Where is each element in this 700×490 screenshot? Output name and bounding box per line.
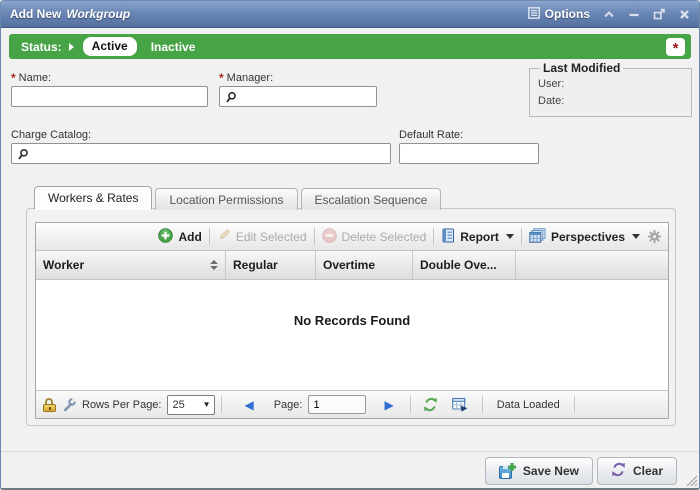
column-header-worker[interactable]: Worker — [36, 251, 226, 279]
grid-pager: Rows Per Page: 25 ▼ ◀ Page: ▶ Data L — [36, 390, 668, 418]
dialog-title: Add New Workgroup — [10, 7, 130, 21]
page-number-input[interactable] — [308, 395, 366, 414]
perspectives-menu-button[interactable]: Perspectives — [529, 228, 640, 246]
refresh-icon[interactable] — [423, 397, 438, 412]
tab-location-permissions[interactable]: Location Permissions — [155, 188, 297, 210]
add-plus-icon — [158, 228, 173, 246]
toolbar-separator — [521, 228, 522, 245]
column-header-filler — [516, 251, 668, 279]
status-bar: Status: Active Inactive * — [9, 34, 691, 59]
save-new-button[interactable]: Save New — [485, 457, 593, 485]
clear-refresh-icon — [611, 462, 626, 480]
required-indicator-chip: * — [666, 38, 685, 56]
status-active-button[interactable]: Active — [83, 37, 137, 56]
pager-separator — [221, 396, 222, 413]
tab-panel: Add Edit Selected Delete Selected — [26, 208, 676, 426]
export-grid-icon[interactable] — [452, 397, 468, 412]
prev-page-icon[interactable]: ◀ — [244, 399, 253, 411]
status-inactive-button[interactable]: Inactive — [151, 40, 196, 54]
name-field-wrap — [11, 86, 208, 107]
tab-workers-rates[interactable]: Workers & Rates — [34, 186, 152, 210]
dialog-title-prefix: Add New — [10, 7, 61, 21]
default-rate-input[interactable] — [400, 145, 538, 164]
empty-message: No Records Found — [36, 313, 668, 328]
charge-catalog-field-wrap — [11, 143, 391, 164]
name-label: * Name: — [11, 72, 51, 84]
clear-button[interactable]: Clear — [597, 457, 677, 485]
rows-per-page-label: Rows Per Page: — [82, 399, 161, 411]
pager-separator — [410, 396, 411, 413]
rows-per-page-select[interactable]: 25 ▼ — [167, 395, 215, 415]
required-asterisk: * — [673, 44, 679, 54]
titlebar[interactable]: Add New Workgroup Options — [1, 1, 699, 28]
report-menu-button[interactable]: Report — [441, 228, 514, 246]
toolbar-separator — [433, 228, 434, 245]
edit-selected-button[interactable]: Edit Selected — [217, 228, 307, 245]
lock-icon[interactable] — [43, 398, 56, 412]
last-modified-title: Last Modified — [540, 61, 623, 75]
sort-icon[interactable] — [210, 260, 218, 270]
charge-catalog-label: Charge Catalog: — [11, 129, 91, 141]
column-header-overtime[interactable]: Overtime — [316, 251, 413, 279]
perspectives-caret-icon — [632, 234, 640, 239]
report-caret-icon — [506, 234, 514, 239]
tab-strip: Workers & Rates Location Permissions Esc… — [34, 186, 441, 210]
last-modified-user-label: User: — [538, 76, 683, 93]
manager-search-icon[interactable] — [225, 91, 237, 109]
grid-header: Worker Regular Overtime Double Ove... — [36, 251, 668, 280]
options-list-icon — [528, 7, 540, 22]
tab-escalation-sequence[interactable]: Escalation Sequence — [301, 188, 442, 210]
default-rate-label: Default Rate: — [399, 129, 463, 141]
pager-separator — [482, 396, 483, 413]
dialog-title-entity: Workgroup — [66, 7, 130, 21]
options-label: Options — [545, 7, 590, 21]
delete-selected-button[interactable]: Delete Selected — [322, 228, 427, 246]
status-arrow-icon — [69, 43, 74, 51]
resize-grip[interactable] — [684, 473, 697, 486]
manager-field-wrap — [219, 86, 377, 107]
column-header-regular[interactable]: Regular — [226, 251, 316, 279]
grid-toolbar: Add Edit Selected Delete Selected — [36, 223, 668, 251]
manager-label: * Manager: — [219, 72, 273, 84]
charge-catalog-input[interactable] — [12, 145, 390, 164]
pager-status-text: Data Loaded — [497, 399, 560, 411]
delete-minus-icon — [322, 228, 337, 246]
last-modified-group: Last Modified User: Date: — [529, 61, 692, 117]
wrench-icon[interactable] — [62, 398, 76, 412]
grid-body: No Records Found — [36, 280, 668, 390]
pager-separator — [574, 396, 575, 413]
last-modified-date-label: Date: — [538, 93, 683, 110]
column-header-double-overtime[interactable]: Double Ove... — [413, 251, 516, 279]
status-label: Status: — [21, 40, 62, 54]
add-new-workgroup-dialog: Add New Workgroup Options — [0, 0, 700, 490]
page-label: Page: — [274, 399, 303, 411]
save-disk-icon — [499, 463, 516, 479]
toolbar-separator — [314, 228, 315, 245]
footer-divider — [1, 451, 699, 452]
edit-pencil-icon — [217, 228, 231, 245]
footer-actions: Save New Clear — [485, 457, 677, 485]
close-icon[interactable] — [679, 9, 690, 20]
options-menu-button[interactable]: Options — [528, 7, 590, 22]
select-chevron-icon: ▼ — [203, 400, 211, 409]
manager-input[interactable] — [220, 88, 376, 107]
next-page-icon[interactable]: ▶ — [384, 399, 393, 411]
charge-catalog-search-icon[interactable] — [17, 148, 29, 166]
collapse-icon[interactable] — [603, 10, 615, 19]
toolbar-separator — [209, 228, 210, 245]
popout-icon[interactable] — [653, 8, 666, 20]
report-icon — [441, 228, 455, 246]
name-input[interactable] — [12, 88, 207, 107]
add-button[interactable]: Add — [158, 228, 201, 246]
default-rate-field-wrap — [399, 143, 539, 164]
manager-required-marker: * — [219, 74, 224, 84]
grid-settings-gear-icon[interactable] — [647, 229, 662, 244]
name-required-marker: * — [11, 74, 16, 84]
perspectives-icon — [529, 228, 546, 246]
workers-grid: Add Edit Selected Delete Selected — [35, 222, 669, 419]
minimize-icon[interactable] — [628, 10, 640, 19]
